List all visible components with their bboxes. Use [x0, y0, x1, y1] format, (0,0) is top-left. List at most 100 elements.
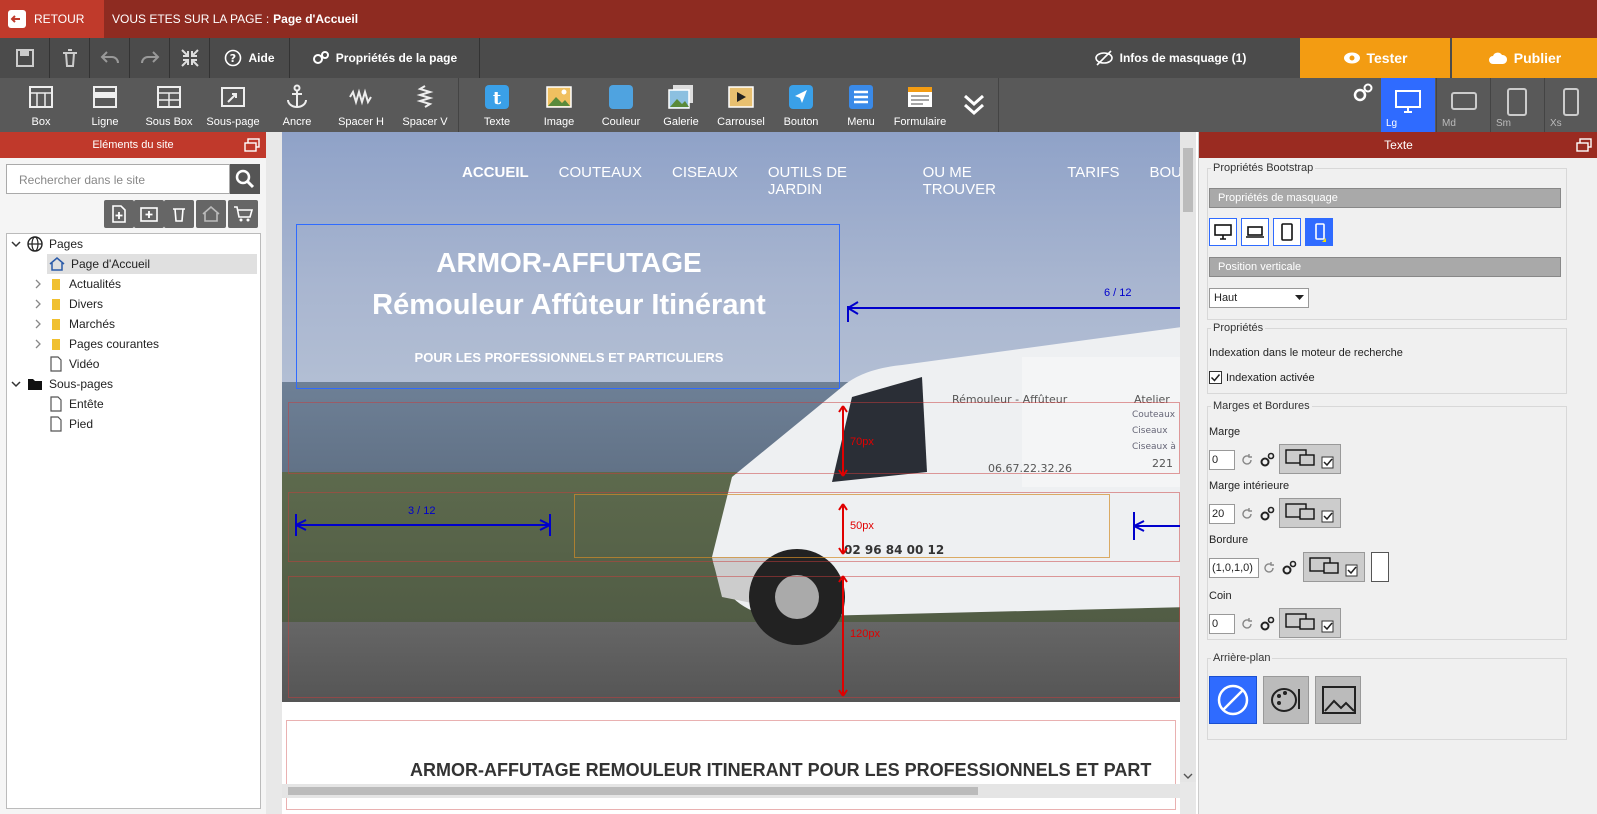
- scroll-thumb[interactable]: [288, 787, 978, 795]
- nav-item-outils[interactable]: OUTILS DE JARDIN: [768, 164, 893, 198]
- devices-icon: [1309, 557, 1358, 577]
- delete-button[interactable]: [50, 38, 90, 78]
- background-none-button[interactable]: [1209, 676, 1257, 724]
- indexing-checkbox-label: Indexation activée: [1226, 371, 1315, 384]
- masking-info-button[interactable]: Infos de masquage (1): [1080, 38, 1260, 78]
- corner-devices-toggle[interactable]: [1279, 608, 1341, 638]
- image-icon: [1322, 686, 1356, 714]
- tree-node-header[interactable]: Entête: [49, 394, 104, 414]
- padding-devices-toggle[interactable]: [1279, 498, 1341, 528]
- tool-gallery[interactable]: Galerie: [650, 78, 712, 132]
- test-button[interactable]: Tester: [1300, 38, 1450, 78]
- tool-box[interactable]: Box: [10, 78, 72, 132]
- tree-node-video[interactable]: Vidéo: [49, 354, 99, 374]
- background-image-button[interactable]: [1315, 676, 1361, 724]
- tool-color[interactable]: Couleur: [590, 78, 652, 132]
- gears-icon[interactable]: [1281, 560, 1297, 576]
- border-color-swatch[interactable]: [1371, 552, 1389, 582]
- tool-button[interactable]: Bouton: [770, 78, 832, 132]
- undo-button[interactable]: [90, 38, 130, 78]
- tool-subbox[interactable]: Sous Box: [138, 78, 200, 132]
- indexing-checkbox[interactable]: Indexation activée: [1209, 371, 1315, 384]
- phone-icon: [1563, 88, 1579, 116]
- delete-page-button[interactable]: [164, 200, 194, 228]
- scroll-thumb[interactable]: [1183, 148, 1193, 212]
- tree-node-home[interactable]: Page d'Accueil: [47, 254, 257, 274]
- site-search-input[interactable]: Rechercher dans le site: [6, 164, 230, 194]
- nav-item-ou-me-trouver[interactable]: OU ME TROUVER: [923, 164, 1038, 198]
- reset-icon[interactable]: [1239, 506, 1255, 522]
- tool-anchor[interactable]: Ancre: [266, 78, 328, 132]
- gears-icon[interactable]: [1259, 616, 1275, 632]
- device-md-label: Md: [1442, 118, 1456, 129]
- device-lg-button[interactable]: Lg: [1381, 78, 1435, 132]
- set-home-button[interactable]: [196, 200, 226, 228]
- device-settings-button[interactable]: [1352, 83, 1374, 103]
- search-button[interactable]: [230, 164, 260, 194]
- reset-icon[interactable]: [1239, 452, 1255, 468]
- device-sm-button[interactable]: Sm: [1490, 78, 1544, 132]
- tool-spacer-v[interactable]: Spacer V: [394, 78, 456, 132]
- tree-node-footer[interactable]: Pied: [49, 414, 93, 434]
- gears-icon[interactable]: [1259, 452, 1275, 468]
- back-button[interactable]: RETOUR: [0, 0, 104, 38]
- horizontal-scrollbar[interactable]: [282, 784, 1180, 798]
- visibility-sm-toggle[interactable]: [1273, 218, 1301, 246]
- tree-node-pages[interactable]: Pages: [11, 234, 83, 254]
- tree-label: Pied: [69, 417, 94, 431]
- margin-devices-toggle[interactable]: [1279, 444, 1341, 474]
- nav-item-ciseaux[interactable]: CISEAUX: [672, 164, 738, 188]
- tree-node-divers[interactable]: Divers: [33, 294, 103, 314]
- device-xs-button[interactable]: Xs: [1544, 78, 1597, 132]
- visibility-xs-toggle[interactable]: [1305, 218, 1333, 246]
- collapse-button[interactable]: [170, 38, 210, 78]
- reset-icon[interactable]: [1261, 560, 1277, 576]
- nav-item-couteaux[interactable]: COUTEAUX: [559, 164, 642, 188]
- padding-input[interactable]: 20: [1209, 504, 1235, 524]
- border-input[interactable]: (1,0,1,0): [1209, 558, 1259, 578]
- vertical-position-value: Haut: [1214, 292, 1238, 304]
- device-md-button[interactable]: Md: [1436, 78, 1490, 132]
- add-page-button[interactable]: [104, 200, 134, 228]
- tool-text[interactable]: t Texte: [466, 78, 528, 132]
- vertical-scrollbar[interactable]: [1180, 132, 1196, 782]
- nav-item-accueil[interactable]: ACCUEIL: [462, 164, 529, 188]
- tree-node-marches[interactable]: Marchés: [33, 314, 115, 334]
- tool-line[interactable]: Ligne: [74, 78, 136, 132]
- tree-node-subpages[interactable]: Sous-pages: [11, 374, 113, 394]
- save-button[interactable]: [0, 38, 50, 78]
- collapse-icon: [180, 49, 199, 67]
- chevron-right-icon: [35, 339, 41, 349]
- shop-button[interactable]: [228, 200, 258, 228]
- corner-input[interactable]: 0: [1209, 614, 1235, 634]
- window-icon[interactable]: [244, 138, 260, 152]
- vertical-position-select[interactable]: Haut: [1209, 288, 1309, 308]
- background-color-button[interactable]: [1263, 676, 1309, 724]
- margin-input[interactable]: 0: [1209, 450, 1235, 470]
- tool-form[interactable]: Formulaire: [882, 78, 958, 132]
- gears-icon[interactable]: [1259, 506, 1275, 522]
- tool-subpage[interactable]: Sous-page: [202, 78, 264, 132]
- add-subpage-button[interactable]: [134, 200, 164, 228]
- publish-button[interactable]: Publier: [1452, 38, 1597, 78]
- page-canvas[interactable]: Rémouleur - Affûteur Atelier Couteaux Ci…: [282, 132, 1180, 702]
- tool-carousel[interactable]: Carrousel: [710, 78, 772, 132]
- nav-item-tarifs[interactable]: TARIFS: [1067, 164, 1119, 188]
- help-button[interactable]: ? Aide: [210, 38, 290, 78]
- page-properties-button[interactable]: Propriétés de la page: [290, 38, 480, 78]
- gears-icon: [312, 51, 329, 64]
- nav-item-boutique[interactable]: BOU: [1149, 164, 1180, 188]
- window-icon[interactable]: [1576, 138, 1592, 152]
- masking-properties-bar[interactable]: Propriétés de masquage: [1209, 188, 1561, 208]
- tree-node-actualites[interactable]: Actualités: [33, 274, 121, 294]
- tool-image[interactable]: Image: [528, 78, 590, 132]
- border-devices-toggle[interactable]: [1303, 552, 1365, 582]
- chevron-down-icon[interactable]: [1183, 772, 1193, 780]
- tree-node-pages-courantes[interactable]: Pages courantes: [33, 334, 159, 354]
- more-tools-button[interactable]: [962, 92, 986, 118]
- tool-spacer-h[interactable]: Spacer H: [330, 78, 392, 132]
- visibility-md-toggle[interactable]: [1241, 218, 1269, 246]
- redo-button[interactable]: [130, 38, 170, 78]
- visibility-lg-toggle[interactable]: [1209, 218, 1237, 246]
- reset-icon[interactable]: [1239, 616, 1255, 632]
